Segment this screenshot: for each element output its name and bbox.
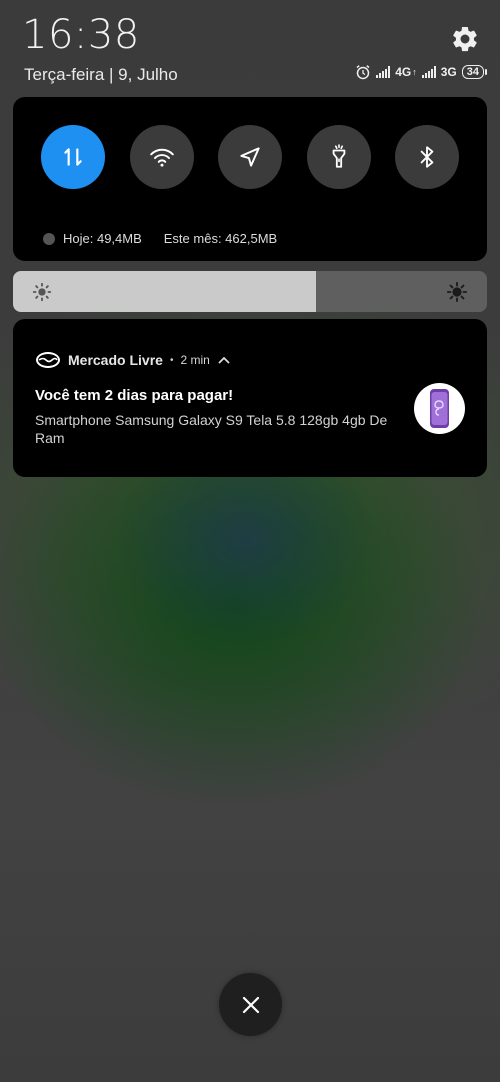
header-separator: • [169, 354, 174, 366]
mercado-livre-logo-icon [36, 352, 60, 368]
close-button[interactable] [219, 973, 282, 1036]
bluetooth-toggle[interactable] [395, 125, 459, 189]
signal-strength-icon-2 [421, 66, 436, 78]
notification-header: Mercado Livre • 2 min [35, 351, 231, 369]
settings-gear-icon[interactable] [450, 24, 480, 54]
collapse-chevron-icon[interactable] [217, 355, 231, 365]
network-type-2: 3G [440, 65, 457, 79]
wifi-icon [150, 148, 174, 167]
data-up-arrow-icon: ↑ [412, 67, 417, 77]
notification-title: Você tem 2 dias para pagar! [35, 387, 234, 404]
data-usage-icon [43, 232, 55, 245]
brightness-high-icon [446, 281, 468, 303]
network-type-1: 4G [395, 65, 412, 79]
status-bar-icons: 4G ↑ 3G 34 [355, 64, 488, 80]
notification-app-name: Mercado Livre [68, 352, 163, 368]
brightness-low-icon [32, 282, 52, 302]
data-usage-row[interactable]: Hoje: 49,4MB Este mês: 462,5MB [43, 231, 277, 246]
usage-month: Este mês: 462,5MB [163, 231, 278, 246]
data-arrows-icon [64, 148, 82, 166]
bluetooth-icon [420, 146, 434, 168]
battery-icon: 34 [461, 65, 488, 79]
alarm-icon [356, 65, 370, 80]
notification-body: Smartphone Samsung Galaxy S9 Tela 5.8 12… [35, 412, 388, 446]
quick-settings-panel: Hoje: 49,4MB Este mês: 462,5MB [13, 97, 487, 261]
flashlight-icon [332, 144, 346, 168]
close-icon [242, 996, 259, 1013]
location-icon [240, 147, 260, 167]
notification-time: 2 min [180, 353, 210, 367]
mobile-data-toggle[interactable] [41, 125, 105, 189]
wifi-toggle[interactable] [130, 125, 194, 189]
usage-today: Hoje: 49,4MB [63, 231, 142, 246]
product-thumbnail [414, 383, 465, 434]
brightness-slider[interactable] [13, 271, 487, 312]
location-toggle[interactable] [218, 125, 282, 189]
brightness-fill [13, 271, 317, 312]
date-label: Terça-feira | 9, Julho [24, 65, 178, 84]
phone-image-icon [430, 389, 449, 428]
clock-time: 16:38 [22, 12, 140, 58]
flashlight-toggle[interactable] [307, 125, 371, 189]
notification-card[interactable]: Mercado Livre • 2 min Você tem 2 dias pa… [13, 319, 487, 477]
signal-strength-icon [376, 66, 391, 78]
